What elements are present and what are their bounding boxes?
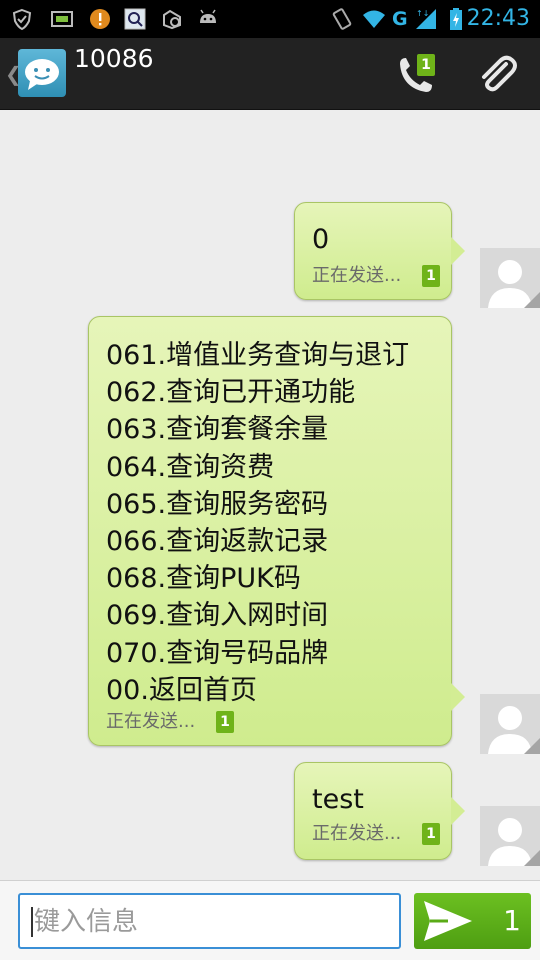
sim-badge: 1 [422,823,440,845]
sim-badge: 1 [422,265,440,287]
menu-line: 064.查询资费 [106,451,275,483]
bubble-tail [451,683,465,711]
call-button[interactable]: 1 [392,50,442,100]
sim-icon [51,11,73,27]
menu-line: 063.查询套餐余量 [106,414,329,446]
message-text: test [312,784,364,815]
menu-line: 062.查询已开通功能 [106,377,356,409]
signal-icon: ↑↓ [416,9,436,29]
bubble-tail [451,237,465,265]
clock: 22:43 [466,6,530,31]
sim-badge: 1 [216,711,234,733]
vibrate-icon [332,8,352,30]
paperclip-icon [482,55,517,92]
wifi-icon [363,10,385,28]
message-status: 正在发送... [106,711,196,732]
send-arrow-icon [424,901,472,941]
menu-line: 066.查询返款记录 [106,526,329,558]
avatar[interactable] [480,694,540,754]
avatar[interactable] [480,248,540,308]
menu-line: 061.增值业务查询与退订 [106,340,410,371]
message-input[interactable]: 键入信息 [18,893,401,949]
message-text: 0 [312,224,330,255]
compose-bar: 键入信息 1 [0,880,540,960]
menu-line: 00.返回首页 [106,674,257,706]
text-cursor [31,907,33,937]
message-status: 正在发送... [312,265,402,286]
message-text: 061.增值业务查询与退订 062.查询已开通功能 063.查询套餐余量 064… [106,337,409,709]
battery-charging-icon [450,8,462,30]
call-sim-badge: 1 [417,54,435,76]
menu-line: 070.查询号码品牌 [106,637,329,669]
send-button[interactable]: 1 [414,893,531,949]
messaging-app-icon[interactable] [18,49,66,97]
menu-line: 069.查询入网时间 [106,600,329,632]
status-bar: G ↑↓ 22:43 [0,0,540,38]
message-input-placeholder: 键入信息 [34,907,139,937]
network-type: G [392,8,408,30]
message-bubble[interactable]: 0 正在发送... 1 [294,202,465,300]
menu-line: 065.查询服务密码 [106,488,329,520]
avatar[interactable] [480,806,540,866]
send-sim-count: 1 [503,904,521,937]
bubble-tail [451,797,465,825]
shield-icon [12,8,32,31]
search-app-icon [124,8,146,30]
message-status: 正在发送... [312,823,402,844]
menu-line: 068.查询PUK码 [106,563,301,595]
attach-button[interactable] [472,50,522,100]
alert-icon [90,9,110,29]
contact-title: 10086 [74,44,154,73]
message-bubble[interactable]: 061.增值业务查询与退订 062.查询已开通功能 063.查询套餐余量 064… [88,316,465,746]
conversation-header: ❮ 10086 1 [0,38,540,110]
settings-check-icon [163,9,181,30]
android-icon [200,9,216,23]
message-bubble[interactable]: test 正在发送... 1 [294,762,465,860]
svg-text:↑↓: ↑↓ [416,9,429,18]
